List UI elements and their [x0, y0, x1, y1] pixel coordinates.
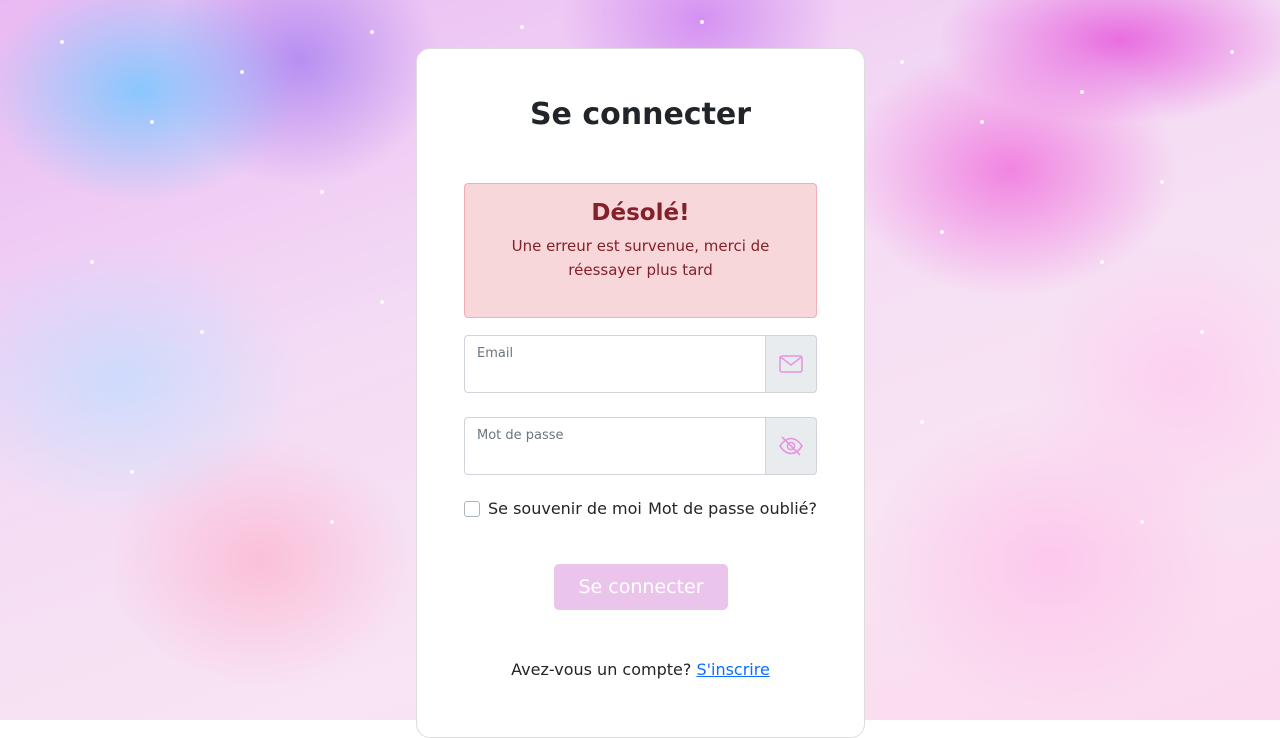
sparkle	[200, 330, 204, 334]
email-addon	[766, 335, 817, 393]
sparkle	[980, 120, 984, 124]
login-button[interactable]: Se connecter	[554, 564, 728, 610]
sparkle	[920, 420, 924, 424]
sparkle	[240, 70, 244, 74]
sparkle	[370, 30, 374, 34]
signup-row: Avez-vous un compte? S'inscrire	[417, 660, 864, 679]
sparkle	[1100, 260, 1104, 264]
toggle-password-button[interactable]	[766, 417, 817, 475]
sparkle	[1160, 180, 1164, 184]
sparkle	[940, 230, 944, 234]
sparkle	[60, 40, 64, 44]
sparkle	[1200, 330, 1204, 334]
eye-slash-icon	[779, 436, 803, 456]
alert-message: Une erreur est survenue, merci de réessa…	[511, 237, 770, 279]
login-options: Se souvenir de moi Mot de passe oublié?	[464, 499, 817, 523]
remember-me-label[interactable]: Se souvenir de moi	[488, 499, 642, 518]
email-field-wrapper: Email	[464, 335, 766, 393]
forgot-password-link[interactable]: Mot de passe oublié?	[648, 499, 817, 518]
envelope-icon	[779, 355, 803, 373]
sparkle	[1080, 90, 1084, 94]
signup-prompt: Avez-vous un compte?	[511, 660, 692, 679]
error-alert: Désolé! Une erreur est survenue, merci d…	[464, 183, 817, 318]
password-field-group: Mot de passe	[464, 417, 817, 475]
sparkle	[130, 470, 134, 474]
password-field[interactable]	[465, 418, 765, 474]
signup-link[interactable]: S'inscrire	[696, 660, 769, 679]
remember-me: Se souvenir de moi	[464, 499, 642, 518]
sparkle	[520, 25, 524, 29]
sparkle	[150, 120, 154, 124]
remember-me-checkbox[interactable]	[464, 500, 480, 517]
sparkle	[700, 20, 704, 24]
login-card: Se connecter Désolé! Une erreur est surv…	[416, 48, 865, 738]
sparkle	[1140, 520, 1144, 524]
email-field[interactable]	[465, 336, 765, 392]
sparkle	[90, 260, 94, 264]
password-field-wrapper: Mot de passe	[464, 417, 766, 475]
sparkle	[900, 60, 904, 64]
sparkle	[380, 300, 384, 304]
sparkle	[330, 520, 334, 524]
page-title: Se connecter	[529, 97, 752, 132]
sparkle	[1230, 50, 1234, 54]
sparkle	[320, 190, 324, 194]
email-field-group: Email	[464, 335, 817, 393]
alert-title: Désolé!	[591, 200, 690, 226]
